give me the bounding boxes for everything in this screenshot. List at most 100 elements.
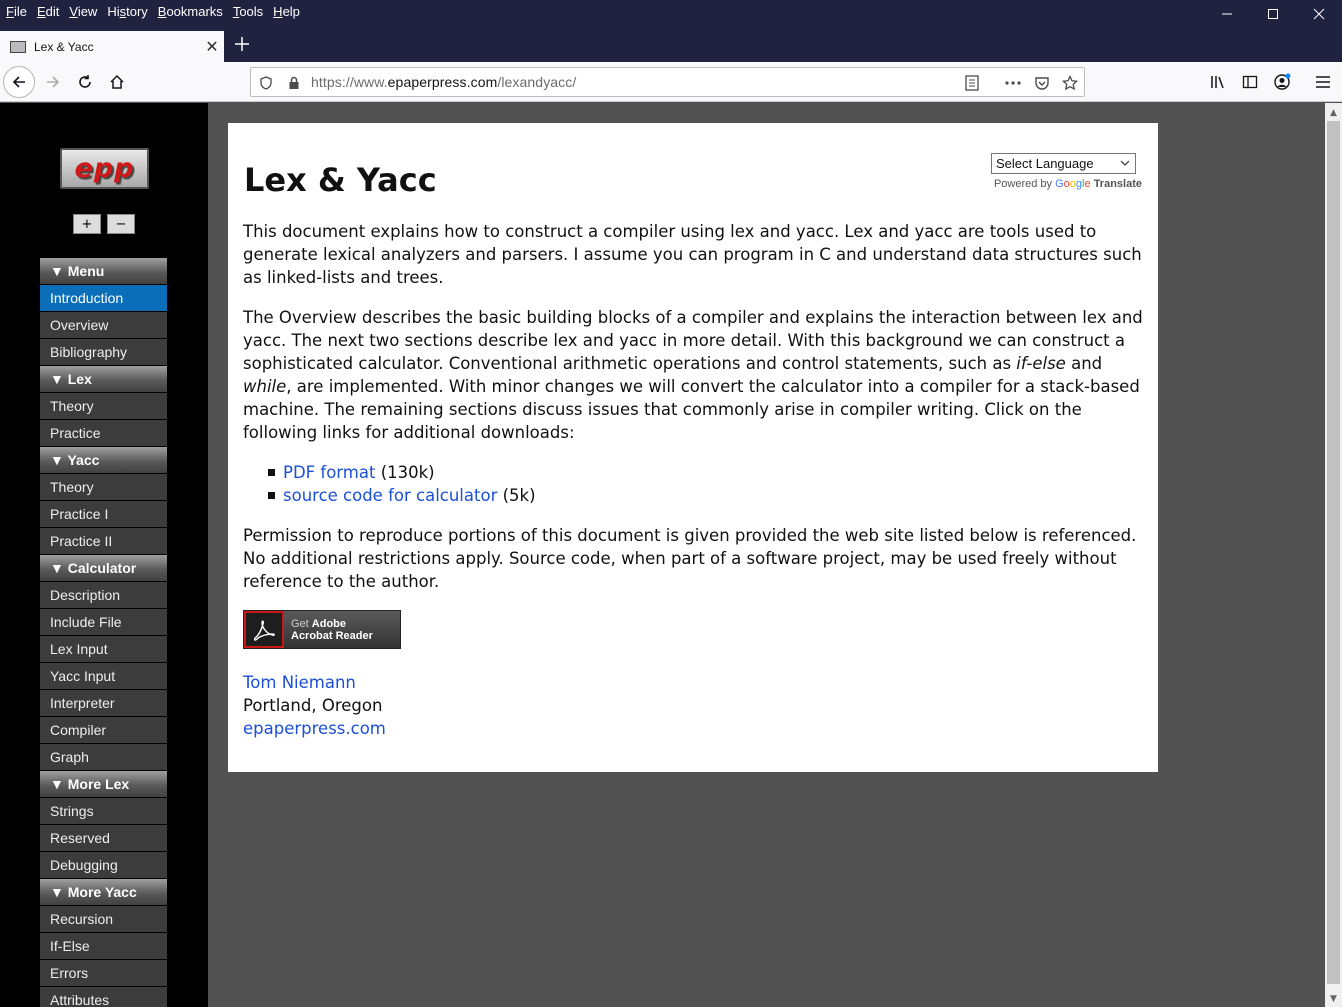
site-logo[interactable]: epp <box>60 148 149 189</box>
bookmark-star-icon[interactable] <box>1061 74 1079 92</box>
new-tab-button[interactable] <box>230 31 254 57</box>
menu-view[interactable]: View <box>63 0 101 19</box>
reload-button[interactable] <box>69 66 101 98</box>
sidebar-item-introduction[interactable]: Introduction <box>40 285 167 311</box>
browser-menubar: File Edit View History Bookmarks Tools Help <box>0 0 1342 25</box>
sidebar-item-practice-ii[interactable]: Practice II <box>40 528 167 554</box>
decrease-font-button[interactable]: − <box>107 214 135 234</box>
sidebar-item-attributes[interactable]: Attributes <box>40 987 167 1007</box>
address-bar[interactable]: https://www.epaperpress.com/lexandyacc/ <box>250 67 1085 97</box>
sidebar-section-calculator[interactable]: ▼ Calculator <box>40 555 167 581</box>
scroll-up-icon[interactable]: ▲ <box>1325 104 1342 121</box>
sidebar-section-more-lex[interactable]: ▼ More Lex <box>40 771 167 797</box>
sidebar-item-yacc-input[interactable]: Yacc Input <box>40 663 167 689</box>
app-menu-button[interactable] <box>1307 66 1339 98</box>
minimize-button[interactable] <box>1204 0 1250 28</box>
minimize-icon <box>1222 13 1232 15</box>
home-icon <box>110 74 124 89</box>
plus-icon <box>235 37 249 51</box>
site-sidebar: epp + − ▼ Menu Introduction Overview Biblio… <box>0 103 208 1007</box>
intro-paragraph: This document explains how to construct … <box>243 222 1142 287</box>
get-acrobat-reader-button[interactable]: Get Adobe Acrobat Reader <box>243 610 401 649</box>
menu-file[interactable]: File <box>0 0 31 19</box>
list-item: PDF format (130k) <box>268 461 536 484</box>
account-button[interactable] <box>1266 66 1298 98</box>
close-window-button[interactable] <box>1296 0 1342 28</box>
list-item: source code for calculator (5k) <box>268 484 536 507</box>
menu-edit[interactable]: Edit <box>31 0 63 19</box>
sidebar-item-include-file[interactable]: Include File <box>40 609 167 635</box>
menu-tools[interactable]: Tools <box>227 0 267 19</box>
sidebar-item-overview[interactable]: Overview <box>40 312 167 338</box>
main-content: Lex & Yacc Select Language Powered by Go… <box>228 123 1158 772</box>
chevron-down-icon <box>1120 158 1135 169</box>
sidebar-section-lex[interactable]: ▼ Lex <box>40 366 167 392</box>
reload-icon <box>79 75 91 88</box>
sidebar-item-strings[interactable]: Strings <box>40 798 167 824</box>
reader-view-icon[interactable] <box>963 74 981 92</box>
page-scrollbar[interactable]: ▲ ▼ <box>1325 103 1342 1007</box>
forward-button[interactable] <box>37 66 69 98</box>
tab-title: Lex & Yacc <box>34 39 94 54</box>
tab-strip: Lex & Yacc ✕ <box>0 25 1342 62</box>
tab-lex-yacc[interactable]: Lex & Yacc ✕ <box>0 31 224 62</box>
more-actions-icon[interactable] <box>1004 74 1022 92</box>
author-link[interactable]: Tom Niemann <box>243 673 356 692</box>
maximize-icon <box>1268 9 1278 19</box>
maximize-button[interactable] <box>1250 0 1296 28</box>
sidebar-section-more-yacc[interactable]: ▼ More Yacc <box>40 879 167 905</box>
sidebar-item-interpreter[interactable]: Interpreter <box>40 690 167 716</box>
library-icon <box>1211 76 1224 89</box>
sidebar-item-graph[interactable]: Graph <box>40 744 167 770</box>
pocket-icon[interactable] <box>1033 74 1051 92</box>
scrollbar-thumb[interactable] <box>1327 121 1340 984</box>
scroll-down-icon[interactable]: ▼ <box>1325 990 1342 1007</box>
sidebar-item-recursion[interactable]: Recursion <box>40 906 167 932</box>
sidebar-item-errors[interactable]: Errors <box>40 960 167 986</box>
url-text: https://www.epaperpress.com/lexandyacc/ <box>311 74 577 90</box>
menu-history[interactable]: History <box>101 0 151 19</box>
sidebar-item-description[interactable]: Description <box>40 582 167 608</box>
source-code-link[interactable]: source code for calculator <box>283 486 497 505</box>
overview-paragraph: The Overview describes the basic buildin… <box>243 308 1143 442</box>
sidebar-item-compiler[interactable]: Compiler <box>40 717 167 743</box>
sidebar-item-practice-i[interactable]: Practice I <box>40 501 167 527</box>
sidebar-section-menu[interactable]: ▼ Menu <box>40 258 167 284</box>
close-icon <box>1313 8 1325 20</box>
sidebar-section-yacc[interactable]: ▼ Yacc <box>40 447 167 473</box>
sidebar-icon <box>1242 75 1258 89</box>
powered-by-google: Powered by Google Translate <box>993 178 1142 190</box>
translate-link[interactable]: Translate <box>1094 178 1142 190</box>
menu-bookmarks[interactable]: Bookmarks <box>152 0 227 19</box>
increase-font-button[interactable]: + <box>73 214 101 234</box>
sidebar-item-theory[interactable]: Theory <box>40 393 167 419</box>
shield-icon[interactable] <box>257 74 275 92</box>
tab-close-icon[interactable]: ✕ <box>200 37 224 57</box>
menu-help[interactable]: Help <box>267 0 304 19</box>
acrobat-icon <box>244 611 284 648</box>
sidebar-item-theory[interactable]: Theory <box>40 474 167 500</box>
back-button[interactable] <box>3 66 35 98</box>
site-link[interactable]: epaperpress.com <box>243 719 386 738</box>
sidebar-item-if-else[interactable]: If-Else <box>40 933 167 959</box>
home-button[interactable] <box>101 66 133 98</box>
acrobat-label: Get Adobe Acrobat Reader <box>291 617 373 642</box>
sidebar-item-practice[interactable]: Practice <box>40 420 167 446</box>
arrow-left-icon <box>12 76 25 88</box>
sidebar-item-reserved[interactable]: Reserved <box>40 825 167 851</box>
library-button[interactable] <box>1202 66 1234 98</box>
sidebars-button[interactable] <box>1234 66 1266 98</box>
sidebar-item-lex-input[interactable]: Lex Input <box>40 636 167 662</box>
language-select[interactable]: Select Language <box>991 153 1136 174</box>
page-icon <box>10 40 26 53</box>
permission-paragraph: Permission to reproduce portions of this… <box>243 526 1137 591</box>
pdf-format-link[interactable]: PDF format <box>283 463 375 482</box>
sidebar-item-debugging[interactable]: Debugging <box>40 852 167 878</box>
sidebar-item-bibliography[interactable]: Bibliography <box>40 339 167 365</box>
hamburger-icon <box>1316 76 1330 88</box>
account-icon <box>1274 73 1291 90</box>
google-translate-widget: Select Language Powered by Google Transl… <box>982 153 1142 190</box>
arrow-right-icon <box>47 76 60 88</box>
lock-icon[interactable] <box>285 74 303 92</box>
sidebar-menu: ▼ Menu Introduction Overview Bibliography ▼ … <box>40 258 167 1007</box>
